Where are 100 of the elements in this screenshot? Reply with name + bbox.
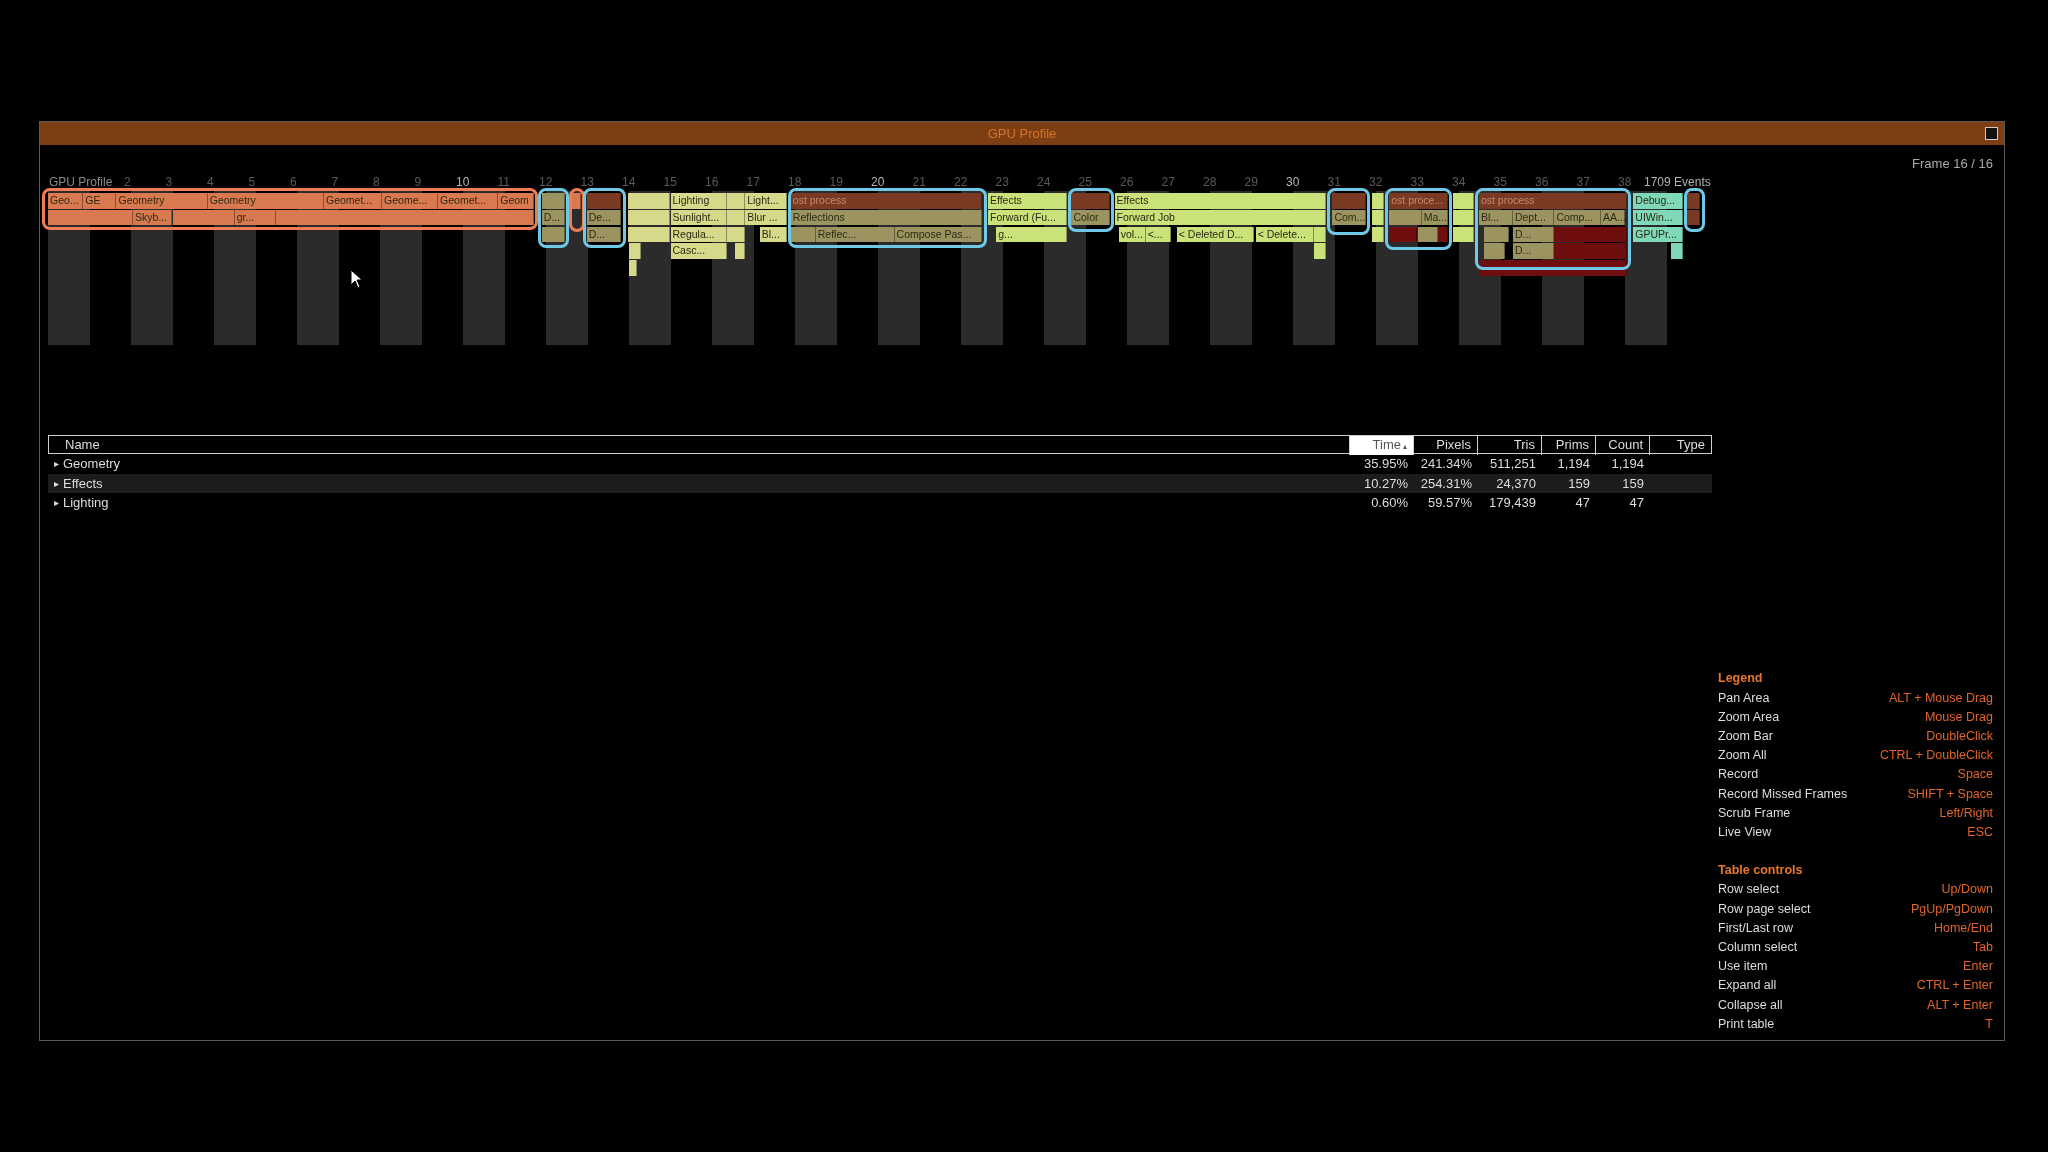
table-cell: 35.95% (1363, 456, 1408, 471)
frame-number: 30 (1286, 175, 1300, 189)
sort-indicator: ▴ (1403, 442, 1407, 451)
row-name[interactable]: Geometry (63, 454, 121, 474)
event-bar[interactable] (1371, 193, 1385, 209)
event-bar[interactable]: Reflec... (815, 226, 895, 243)
event-bar[interactable] (1452, 226, 1474, 243)
shortcut-key: SHIFT + Space (1907, 784, 1993, 804)
event-bar[interactable] (627, 193, 671, 209)
column-header[interactable]: Pixels (1413, 436, 1477, 455)
event-bar[interactable]: g... (996, 226, 1067, 243)
event-bar[interactable]: D... (541, 209, 565, 226)
frame-indicator: Frame 16 / 16 (1912, 156, 1993, 171)
event-bar[interactable]: Lighting (670, 193, 727, 209)
event-bar[interactable] (1417, 226, 1439, 243)
event-bar[interactable]: < Delete... (1255, 226, 1314, 243)
column-title: Time (1372, 437, 1401, 452)
column-header[interactable]: Name (49, 436, 1349, 455)
event-bar[interactable]: D... (1512, 226, 1555, 243)
event-bar[interactable]: UIWin... (1633, 209, 1684, 226)
event-bar[interactable]: Geomet... (438, 193, 499, 209)
frame-number: 15 (663, 175, 677, 189)
column-header[interactable]: Prims (1541, 436, 1595, 455)
event-bar[interactable]: Geometry (116, 193, 208, 209)
frame-number: 8 (373, 175, 380, 189)
event-bar[interactable]: Dept... (1512, 209, 1555, 226)
row-name[interactable]: Effects (63, 473, 103, 493)
row-name[interactable]: Lighting (63, 493, 109, 513)
event-bar[interactable] (1670, 243, 1684, 259)
event-bar[interactable]: Geo... (48, 193, 84, 209)
frame-number: 11 (497, 175, 510, 189)
event-bar[interactable]: Ma... (1421, 209, 1449, 226)
legend-heading: Legend (1718, 670, 1764, 688)
event-bar[interactable] (1452, 209, 1474, 226)
event-bar[interactable]: D... (586, 226, 621, 243)
shortcut-key: CTRL + Enter (1916, 976, 1993, 996)
event-bar[interactable]: Bl... (759, 226, 787, 243)
event-bar[interactable]: vol... (1118, 226, 1146, 243)
event-bar[interactable]: Geome... (382, 193, 439, 209)
frame-number: 19 (829, 175, 843, 189)
expand-arrow[interactable]: ▸ (54, 454, 59, 474)
table-cell: 511,251 (1489, 456, 1536, 471)
expand-arrow[interactable]: ▸ (54, 473, 59, 493)
event-bar[interactable] (629, 243, 642, 259)
event-bar[interactable] (1371, 209, 1385, 226)
cursor-icon (350, 269, 364, 289)
table-cell: 179,439 (1489, 495, 1536, 510)
event-bar[interactable]: < Deleted D... (1176, 226, 1254, 243)
event-bar[interactable] (276, 209, 534, 226)
event-bar[interactable]: Geom (498, 193, 534, 209)
expand-arrow[interactable]: ▸ (54, 493, 59, 513)
shortcut-key: ALT + Mouse Drag (1888, 688, 1993, 708)
event-bar[interactable]: Geomet... (323, 193, 383, 209)
event-bar[interactable]: Color (1071, 209, 1111, 226)
event-bar[interactable] (172, 209, 235, 226)
legend-action: Expand all (1718, 977, 1777, 995)
event-bar[interactable]: Forward Job (1114, 209, 1327, 226)
shortcut-key: ALT + Enter (1927, 995, 1993, 1015)
event-bar[interactable]: D... (1512, 243, 1555, 259)
event-bar[interactable]: Regula... (670, 226, 727, 243)
event-bar[interactable]: Effects (1114, 193, 1327, 209)
event-bar[interactable]: Sunlight... (670, 209, 727, 226)
event-bar[interactable] (541, 226, 565, 243)
table-cell: 24,370 (1496, 475, 1536, 491)
event-bar[interactable]: Compose Pas... (894, 226, 982, 243)
frame-number: 4 (207, 175, 214, 189)
event-bar[interactable]: GE (83, 193, 117, 209)
event-bar[interactable] (629, 260, 638, 276)
frame-number: 21 (912, 175, 926, 189)
event-bar[interactable]: GPUPr... (1633, 226, 1684, 243)
shortcut-key: Up/Down (1941, 880, 1993, 900)
event-bar[interactable]: Geometry (207, 193, 324, 209)
column-header[interactable]: Time▴ (1349, 436, 1413, 455)
event-bar[interactable]: Effects (987, 193, 1067, 209)
event-bar[interactable] (1452, 193, 1474, 209)
legend-action: Zoom Bar (1718, 727, 1773, 745)
window-button[interactable] (1985, 127, 1998, 140)
legend-action: First/Last row (1718, 919, 1793, 937)
event-bar[interactable]: Com... (1332, 209, 1366, 226)
event-bar[interactable] (1371, 226, 1385, 243)
event-bar[interactable]: Light... (745, 193, 787, 209)
event-bar[interactable] (734, 243, 746, 259)
event-bar[interactable]: De... (586, 209, 621, 226)
legend-action: Record (1718, 766, 1759, 784)
event-bar[interactable] (541, 193, 565, 209)
column-header[interactable]: Tris (1477, 436, 1541, 455)
event-bar[interactable]: Blur ... (745, 209, 787, 226)
legend-heading: Table controls (1718, 862, 1804, 880)
shortcut-key: ESC (1967, 822, 1993, 843)
legend-action: Record Missed Frames (1718, 785, 1848, 803)
event-bar[interactable]: Forward (Fu... (987, 209, 1067, 226)
timeline-title: GPU Profile (49, 175, 113, 189)
event-bar[interactable]: Comp... (1554, 209, 1601, 226)
event-bar[interactable]: Debug... (1633, 193, 1684, 209)
event-bar[interactable]: Reflections (790, 209, 982, 226)
event-bar[interactable]: AA... (1600, 209, 1625, 226)
column-header[interactable]: Type (1649, 436, 1711, 455)
event-bar[interactable] (48, 209, 134, 226)
event-bar[interactable]: Casc... (670, 243, 727, 259)
column-header[interactable]: Count (1595, 436, 1649, 455)
